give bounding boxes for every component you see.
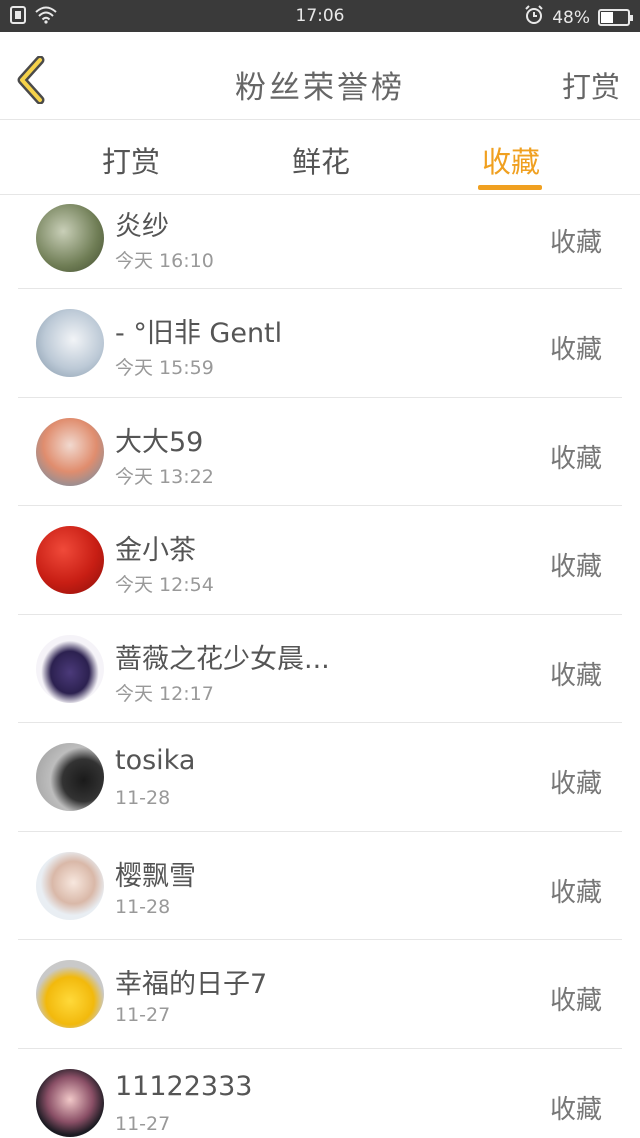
list-item[interactable]: 11122333 11-27 收藏 (18, 1049, 622, 1138)
avatar (36, 526, 104, 594)
tip-button[interactable]: 打赏 (562, 64, 620, 106)
user-name: 幸福的日子7 (115, 969, 268, 1000)
avatar (36, 204, 104, 272)
timestamp: 今天 13:22 (115, 465, 214, 488)
collect-label: 收藏 (549, 228, 602, 258)
active-tab-indicator (478, 185, 542, 190)
status-right: 48% (524, 5, 633, 30)
collect-label: 收藏 (549, 1094, 602, 1125)
avatar (36, 634, 104, 703)
timestamp: 11-28 (115, 895, 171, 918)
timestamp: 11-28 (115, 787, 171, 809)
user-name: 樱飘雪 (115, 860, 196, 892)
user-name: 金小茶 (115, 535, 196, 566)
battery-percent: 48% (552, 7, 590, 28)
avatar (36, 309, 104, 377)
status-bar: 17:06 48% (0, 0, 640, 32)
avatar (36, 960, 104, 1028)
tab-collect[interactable]: 收藏 (466, 139, 556, 181)
list-item[interactable]: - °旧非 Gentl 今天 15:59 收藏 (18, 289, 622, 398)
tab-bar: 打赏 鲜花 收藏 (0, 121, 640, 195)
collect-label: 收藏 (549, 660, 602, 691)
collect-label: 收藏 (549, 877, 602, 908)
timestamp: 今天 12:54 (115, 574, 214, 596)
tab-flowers[interactable]: 鲜花 (276, 139, 366, 181)
timestamp: 今天 15:59 (115, 357, 214, 379)
user-name: 11122333 (115, 1070, 253, 1102)
list-item[interactable]: 蔷薇之花少女晨... 今天 12:17 收藏 (18, 615, 622, 723)
timestamp: 今天 12:17 (115, 682, 214, 705)
user-name: 大大59 (115, 426, 204, 458)
header: 粉丝荣誉榜 打赏 (0, 32, 640, 120)
alarm-icon (524, 5, 544, 30)
collect-label: 收藏 (549, 335, 602, 365)
timestamp: 11-27 (115, 1112, 171, 1135)
list-item[interactable]: 幸福的日子7 11-27 收藏 (18, 940, 622, 1049)
list-item[interactable]: 大大59 今天 13:22 收藏 (18, 398, 622, 506)
list-item[interactable]: 樱飘雪 11-28 收藏 (18, 832, 622, 940)
avatar (36, 743, 104, 811)
timestamp: 今天 16:10 (115, 250, 214, 272)
fan-list: 炎纱 今天 16:10 收藏 - °旧非 Gentl 今天 15:59 收藏 大… (18, 196, 622, 1138)
list-item[interactable]: 炎纱 今天 16:10 收藏 (18, 196, 622, 289)
list-item[interactable]: 金小茶 今天 12:54 收藏 (18, 506, 622, 615)
collect-label: 收藏 (549, 986, 602, 1016)
avatar (36, 417, 104, 486)
user-name: tosika (115, 745, 196, 776)
timestamp: 11-27 (115, 1004, 171, 1026)
avatar (36, 851, 104, 920)
tab-tip[interactable]: 打赏 (86, 139, 176, 181)
user-name: - °旧非 Gentl (115, 318, 283, 349)
battery-icon (598, 9, 633, 26)
collect-label: 收藏 (549, 552, 602, 582)
battery-fill (601, 12, 613, 23)
user-name: 蔷薇之花少女晨... (115, 643, 330, 675)
avatar (36, 1068, 104, 1137)
list-item[interactable]: tosika 11-28 收藏 (18, 723, 622, 832)
collect-label: 收藏 (549, 443, 602, 474)
user-name: 炎纱 (115, 211, 169, 242)
page-title: 粉丝荣誉榜 (235, 70, 405, 106)
collect-label: 收藏 (549, 769, 602, 799)
